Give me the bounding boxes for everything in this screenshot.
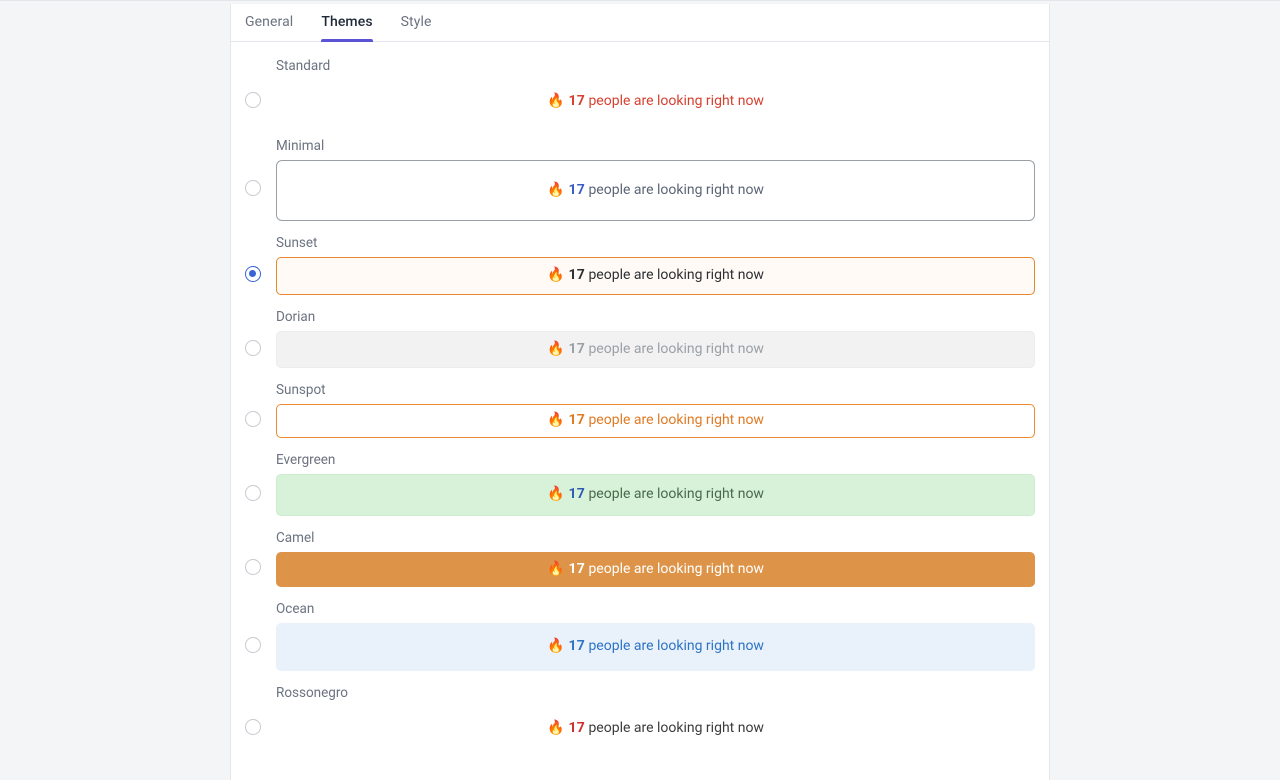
theme-preview-ocean: 🔥17 people are looking right now <box>276 623 1035 671</box>
radio-minimal[interactable] <box>245 180 261 196</box>
fire-icon: 🔥 <box>547 486 564 502</box>
radio-ocean[interactable] <box>245 637 261 653</box>
theme-label: Sunset <box>276 235 1035 251</box>
theme-option-minimal[interactable]: Minimal 🔥17 people are looking right now <box>245 138 1035 222</box>
theme-preview-evergreen: 🔥17 people are looking right now <box>276 474 1035 516</box>
settings-panel: General Themes Style Standard 🔥17 people… <box>230 4 1050 780</box>
theme-option-sunset[interactable]: Sunset 🔥17 people are looking right now <box>245 235 1035 295</box>
tab-general[interactable]: General <box>245 4 293 41</box>
fire-icon: 🔥 <box>547 93 564 109</box>
tab-style[interactable]: Style <box>401 4 432 41</box>
theme-preview-rossonegro: 🔥17 people are looking right now <box>276 707 1035 751</box>
theme-preview-standard: 🔥17 people are looking right now <box>276 80 1035 124</box>
theme-label: Sunspot <box>276 382 1035 398</box>
fire-icon: 🔥 <box>547 182 564 198</box>
theme-label: Camel <box>276 530 1035 546</box>
theme-preview-camel: 🔥17 people are looking right now <box>276 552 1035 588</box>
theme-option-dorian[interactable]: Dorian 🔥17 people are looking right now <box>245 309 1035 369</box>
theme-label: Evergreen <box>276 452 1035 468</box>
radio-camel[interactable] <box>245 559 261 575</box>
theme-label: Dorian <box>276 309 1035 325</box>
tabs: General Themes Style <box>231 4 1049 42</box>
theme-option-ocean[interactable]: Ocean 🔥17 people are looking right now <box>245 601 1035 671</box>
theme-preview-sunspot: 🔥17 people are looking right now <box>276 404 1035 438</box>
radio-dorian[interactable] <box>245 340 261 356</box>
radio-sunspot[interactable] <box>245 411 261 427</box>
tab-themes[interactable]: Themes <box>321 4 372 41</box>
theme-preview-dorian: 🔥17 people are looking right now <box>276 331 1035 369</box>
theme-option-standard[interactable]: Standard 🔥17 people are looking right no… <box>245 58 1035 124</box>
theme-label: Rossonegro <box>276 685 1035 701</box>
theme-option-evergreen[interactable]: Evergreen 🔥17 people are looking right n… <box>245 452 1035 516</box>
radio-standard[interactable] <box>245 92 261 108</box>
fire-icon: 🔥 <box>547 561 564 577</box>
fire-icon: 🔥 <box>547 720 564 736</box>
fire-icon: 🔥 <box>547 267 564 283</box>
theme-option-camel[interactable]: Camel 🔥17 people are looking right now <box>245 530 1035 588</box>
radio-evergreen[interactable] <box>245 485 261 501</box>
theme-option-sunspot[interactable]: Sunspot 🔥17 people are looking right now <box>245 382 1035 438</box>
themes-list: Standard 🔥17 people are looking right no… <box>231 42 1049 780</box>
theme-option-rossonegro[interactable]: Rossonegro 🔥17 people are looking right … <box>245 685 1035 751</box>
fire-icon: 🔥 <box>547 341 564 357</box>
fire-icon: 🔥 <box>547 412 564 428</box>
theme-label: Standard <box>276 58 1035 74</box>
theme-preview-minimal: 🔥17 people are looking right now <box>276 160 1035 222</box>
radio-sunset[interactable] <box>245 266 261 282</box>
fire-icon: 🔥 <box>547 638 564 654</box>
theme-label: Ocean <box>276 601 1035 617</box>
theme-preview-sunset: 🔥17 people are looking right now <box>276 257 1035 295</box>
theme-label: Minimal <box>276 138 1035 154</box>
radio-rossonegro[interactable] <box>245 719 261 735</box>
